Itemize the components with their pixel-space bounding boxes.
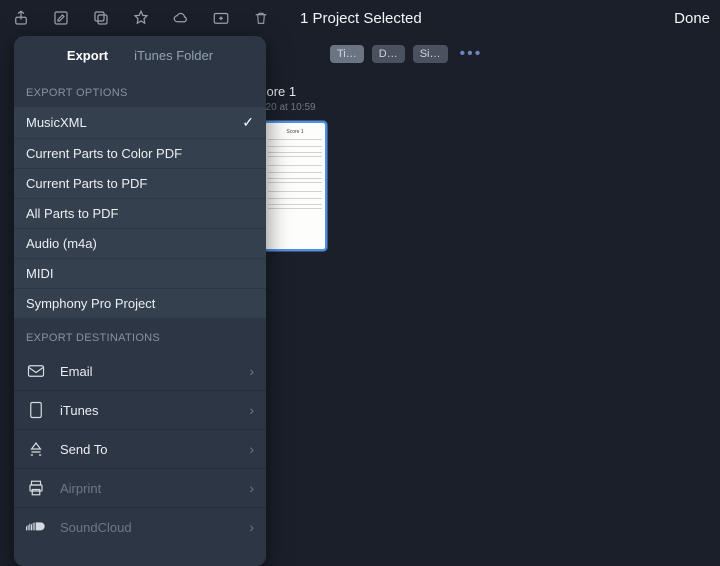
option-label: Symphony Pro Project [26, 296, 155, 311]
star-icon[interactable] [130, 7, 152, 29]
chevron-right-icon: › [249, 441, 254, 457]
export-destinations-list: Email › iTunes › Send To › Airprint › [14, 352, 266, 546]
option-audio[interactable]: Audio (m4a) [14, 229, 266, 259]
dest-airprint[interactable]: Airprint › [14, 469, 266, 508]
checkmark-icon: ✓ [242, 114, 254, 131]
option-current-pdf[interactable]: Current Parts to PDF [14, 169, 266, 199]
cloud-icon[interactable] [170, 7, 192, 29]
tab-export[interactable]: Export [67, 48, 108, 63]
option-all-pdf[interactable]: All Parts to PDF [14, 199, 266, 229]
chevron-right-icon: › [249, 363, 254, 379]
chevron-right-icon: › [249, 480, 254, 496]
filter-chip[interactable]: D… [372, 45, 405, 63]
top-toolbar: 1 Project Selected Done [0, 0, 720, 36]
option-label: Current Parts to Color PDF [26, 146, 182, 161]
done-button[interactable]: Done [674, 10, 710, 27]
dest-label: SoundCloud [60, 520, 132, 535]
popover-tabs: Export iTunes Folder [14, 36, 266, 73]
printer-icon [26, 478, 46, 498]
chevron-right-icon: › [249, 519, 254, 535]
export-popover: Export iTunes Folder EXPORT OPTIONS Musi… [14, 36, 266, 566]
option-label: MusicXML [26, 115, 87, 130]
dest-label: Email [60, 364, 93, 379]
staff-lines-icon [268, 191, 322, 209]
option-color-pdf[interactable]: Current Parts to Color PDF [14, 139, 266, 169]
option-sympro[interactable]: Symphony Pro Project [14, 289, 266, 318]
option-musicxml[interactable]: MusicXML ✓ [14, 107, 266, 139]
duplicate-icon[interactable] [90, 7, 112, 29]
soundcloud-icon [26, 517, 46, 537]
option-label: MIDI [26, 266, 53, 281]
staff-lines-icon [268, 165, 322, 183]
mail-icon [26, 361, 46, 381]
chevron-right-icon: › [249, 402, 254, 418]
filter-chip[interactable]: Si… [413, 45, 448, 63]
export-options-list: MusicXML ✓ Current Parts to Color PDF Cu… [14, 107, 266, 318]
option-midi[interactable]: MIDI [14, 259, 266, 289]
tab-itunes-folder[interactable]: iTunes Folder [134, 48, 213, 63]
dest-email[interactable]: Email › [14, 352, 266, 391]
trash-icon[interactable] [250, 7, 272, 29]
export-options-header: EXPORT OPTIONS [14, 73, 266, 107]
dest-send-to[interactable]: Send To › [14, 430, 266, 469]
dest-label: Airprint [60, 481, 101, 496]
thumb-caption: Score 1 [286, 129, 303, 135]
appstore-icon [26, 439, 46, 459]
new-folder-icon[interactable] [210, 7, 232, 29]
share-icon[interactable] [10, 7, 32, 29]
more-icon[interactable]: ••• [460, 45, 483, 63]
dest-label: iTunes [60, 403, 99, 418]
project-thumbnail[interactable]: Score 1 [262, 120, 328, 252]
filter-chip[interactable]: Ti… [330, 45, 364, 63]
export-destinations-header: EXPORT DESTINATIONS [14, 318, 266, 352]
project-subtitle: 020 at 10:59 [260, 102, 316, 113]
option-label: Audio (m4a) [26, 236, 97, 251]
option-label: All Parts to PDF [26, 206, 118, 221]
option-label: Current Parts to PDF [26, 176, 147, 191]
page-title: 1 Project Selected [300, 10, 422, 27]
dest-soundcloud[interactable]: SoundCloud › [14, 508, 266, 546]
dest-itunes[interactable]: iTunes › [14, 391, 266, 430]
edit-icon[interactable] [50, 7, 72, 29]
staff-lines-icon [268, 139, 322, 157]
device-icon [26, 400, 46, 420]
dest-label: Send To [60, 442, 107, 457]
